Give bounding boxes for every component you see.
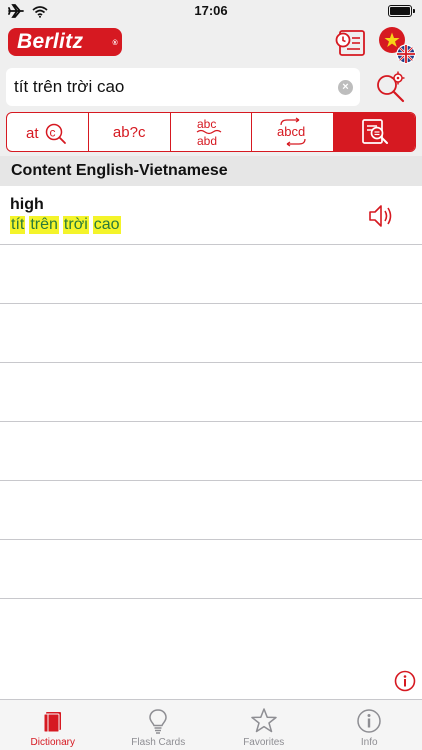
lightbulb-icon: [149, 709, 168, 734]
berlitz-logo: Berlitz ®: [8, 28, 122, 56]
language-switch-button[interactable]: [378, 26, 416, 64]
empty-row: [0, 540, 422, 599]
search-input[interactable]: [14, 68, 334, 106]
fuzzy-search-icon: abc abd: [196, 117, 222, 148]
tab-dictionary[interactable]: Dictionary: [0, 700, 106, 750]
logo-text: Berlitz: [17, 30, 84, 53]
svg-text:at: at: [26, 125, 39, 142]
vietnam-uk-flags-icon: [379, 27, 416, 64]
result-row[interactable]: high tít trên trời cao: [0, 186, 422, 245]
status-bar: 17:06: [0, 0, 422, 22]
empty-row: [0, 481, 422, 540]
tab-favorites[interactable]: Favorites: [211, 700, 317, 750]
empty-row: [0, 304, 422, 363]
search-options-button[interactable]: [374, 70, 408, 104]
spell-check-icon: at c: [26, 123, 67, 144]
mode-content-search[interactable]: [334, 113, 415, 151]
battery-icon: [388, 5, 415, 17]
wildcard-search-icon: ab?c: [112, 123, 146, 141]
tab-label: Favorites: [243, 737, 285, 748]
svg-text:c: c: [50, 126, 56, 140]
search-mode-bar: at c ab?c abc abd abcd: [0, 110, 422, 156]
info-icon: [357, 709, 381, 733]
empty-row: [0, 363, 422, 422]
tab-label: Info: [360, 737, 378, 748]
mode-fuzzy[interactable]: abc abd: [171, 113, 253, 151]
translation-word: cao: [92, 216, 121, 234]
svg-text:abc: abc: [197, 117, 216, 131]
history-list-icon: [335, 30, 365, 56]
svg-text:abcd: abcd: [277, 124, 305, 139]
mode-wildcard[interactable]: ab?c: [89, 113, 171, 151]
tab-flash-cards[interactable]: Flash Cards: [106, 700, 212, 750]
translation-word: tít: [10, 216, 26, 234]
search-settings-icon: [377, 71, 405, 103]
section-header: Content English-Vietnamese: [0, 156, 422, 186]
book-icon: [43, 712, 61, 733]
svg-text:abd: abd: [197, 134, 217, 148]
search-field-container: ×: [6, 68, 360, 106]
content-search-icon: [361, 119, 388, 144]
results-list: high tít trên trời cao: [0, 186, 422, 698]
mode-spell-check[interactable]: at c: [7, 113, 89, 151]
star-icon: [251, 708, 277, 733]
pronounce-button[interactable]: [366, 202, 396, 230]
info-circle-icon: [394, 670, 416, 692]
empty-row: [0, 599, 422, 658]
status-time: 17:06: [194, 3, 228, 18]
empty-row: [0, 245, 422, 304]
translation-word: trên: [29, 216, 59, 234]
translation-word: trời: [62, 216, 89, 234]
search-bar: ×: [0, 64, 422, 110]
entry-info-button[interactable]: [394, 670, 416, 692]
clear-search-button[interactable]: ×: [338, 80, 353, 95]
empty-row: [0, 422, 422, 481]
mode-anagram[interactable]: abcd: [252, 113, 335, 151]
tab-bar: Dictionary Flash Cards Favorites Info: [0, 699, 422, 750]
anagram-icon: abcd: [277, 117, 306, 147]
speaker-icon: [369, 205, 392, 227]
result-headword: high: [10, 196, 44, 213]
tab-label: Dictionary: [30, 737, 75, 748]
tab-label: Flash Cards: [131, 737, 186, 748]
search-mode-selector: at c ab?c abc abd abcd: [6, 112, 416, 152]
tab-info[interactable]: Info: [317, 700, 422, 750]
history-button[interactable]: [334, 28, 368, 58]
result-translation: tít trên trời cao: [10, 216, 121, 234]
logo-registered-mark: ®: [112, 40, 118, 47]
app-header: Berlitz ®: [0, 22, 422, 64]
